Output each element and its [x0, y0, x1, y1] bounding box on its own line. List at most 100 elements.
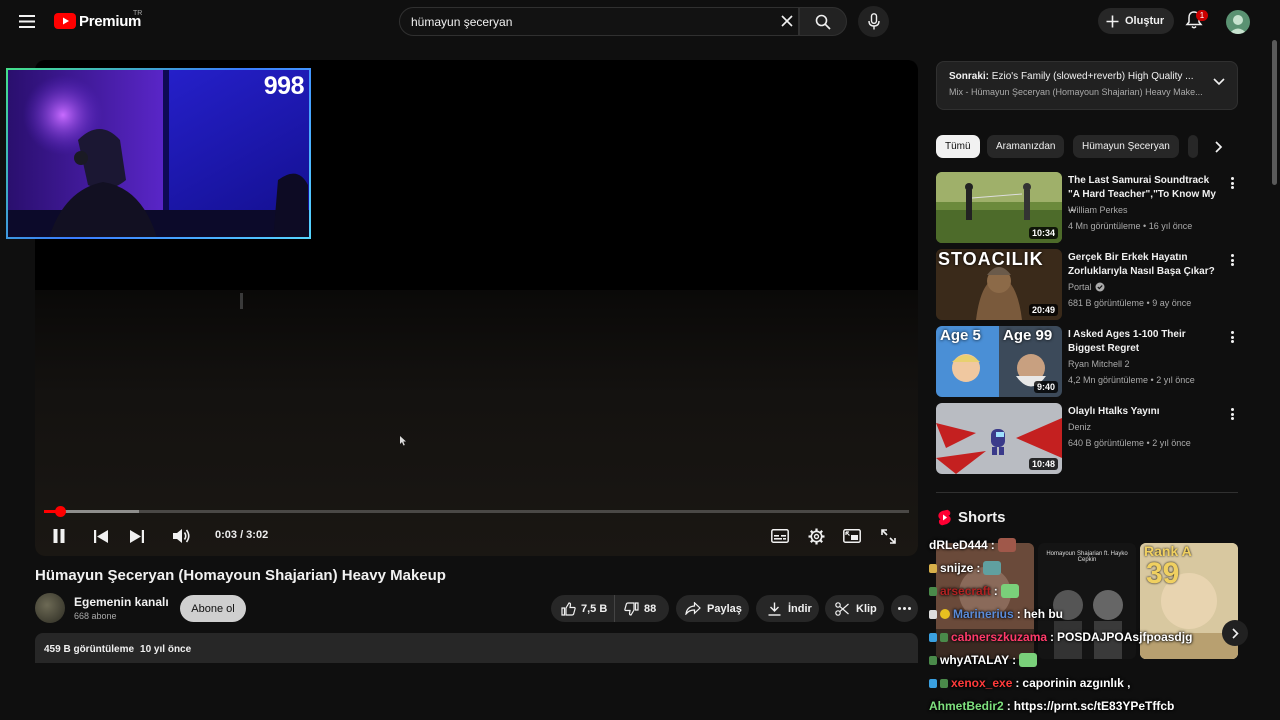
- recommendation-item[interactable]: STOACILIK 20:49 Gerçek Bir Erkek Hayatın…: [936, 249, 1238, 321]
- video-duration: 9:40: [1033, 381, 1058, 393]
- verified-check-icon: [1095, 282, 1105, 292]
- view-count: 459 B görüntüleme: [44, 644, 135, 655]
- up-next-panel[interactable]: Sonraki: Ezio's Family (slowed+reverb) H…: [936, 61, 1238, 110]
- download-button[interactable]: İndir: [756, 595, 819, 622]
- up-next-prefix: Sonraki:: [949, 71, 990, 82]
- chip-all[interactable]: Tümü: [936, 135, 980, 158]
- create-button[interactable]: Oluştur: [1098, 8, 1174, 34]
- fullscreen-button[interactable]: [876, 524, 900, 548]
- previous-button[interactable]: [89, 524, 113, 548]
- clip-label: Klip: [856, 602, 877, 615]
- video-duration: 10:34: [1028, 227, 1058, 239]
- more-vertical-icon[interactable]: [1228, 175, 1236, 191]
- shorts-next-button[interactable]: [1222, 620, 1248, 646]
- more-vertical-icon[interactable]: [1228, 252, 1236, 268]
- video-thumbnail[interactable]: 10:34: [936, 172, 1062, 243]
- webcam-overlay: 998: [6, 68, 311, 239]
- chat-separator: :: [1015, 676, 1020, 690]
- chat-separator: :: [976, 561, 981, 575]
- more-vertical-icon[interactable]: [1228, 406, 1236, 422]
- channel-name[interactable]: Egemenin kanalı: [74, 595, 169, 609]
- recommendation-item[interactable]: Age 5 Age 99 9:40 I Asked Ages 1-100 The…: [936, 326, 1238, 398]
- share-label: Paylaş: [707, 602, 742, 615]
- chip-humayun-seceryan[interactable]: Hümayun Şeceryan: [1073, 135, 1179, 158]
- voice-search-button[interactable]: [858, 6, 889, 37]
- chat-text: https://prnt.sc/tE83YPeTffcb: [1013, 699, 1175, 713]
- subscribe-button[interactable]: Abone ol: [180, 595, 246, 622]
- dislike-count: 88: [644, 602, 657, 615]
- recommendation-channel[interactable]: Deniz: [1068, 422, 1091, 432]
- chat-username: snijze: [940, 561, 974, 575]
- account-avatar[interactable]: [1226, 10, 1250, 34]
- recommendation-channel[interactable]: William Perkes: [1068, 205, 1128, 215]
- video-light-streak: [240, 293, 243, 309]
- thumbnail-caption: STOACILIK: [938, 249, 1044, 269]
- volume-button[interactable]: [170, 524, 194, 548]
- notification-count-badge: 1: [1196, 10, 1208, 21]
- recommendation-meta: 4,2 Mn görüntüleme • 2 yıl önce: [1068, 375, 1195, 385]
- recommendation-title[interactable]: Olaylı Htalks Yayını: [1068, 405, 1223, 419]
- recommendation-item[interactable]: 10:48 Olaylı Htalks Yayını Deniz 640 B g…: [936, 403, 1238, 475]
- recommendation-title[interactable]: I Asked Ages 1-100 Their Biggest Regret: [1068, 328, 1223, 356]
- skip-previous-icon: [94, 529, 108, 543]
- video-title: Hümayun Şeceryan (Homayoun Shajarian) He…: [35, 567, 446, 584]
- chat-username: dRLeD444: [929, 538, 988, 552]
- youtube-premium-logo[interactable]: Premium: [54, 11, 141, 31]
- dislike-button[interactable]: 88: [615, 595, 656, 622]
- chat-text: caporinin azgınlık ,: [1022, 676, 1131, 690]
- description-box[interactable]: 459 B görüntüleme 10 yıl önce: [35, 633, 918, 663]
- logo-word: Premium: [79, 12, 142, 30]
- channel-label: William Perkes: [1068, 205, 1128, 215]
- video-thumbnail[interactable]: 10:48: [936, 403, 1062, 474]
- upload-age: 10 yıl önce: [140, 644, 192, 655]
- thumbnail-caption-right: Age 99: [1003, 327, 1053, 344]
- short-overlay-number: 39: [1146, 557, 1180, 590]
- chat-username: cabnerszkuzama: [951, 630, 1048, 644]
- more-actions-button[interactable]: [891, 595, 918, 622]
- recommendation-meta: 681 B görüntüleme • 9 ay önce: [1068, 298, 1192, 308]
- channel-avatar[interactable]: [35, 593, 65, 623]
- search-icon: [815, 14, 831, 30]
- mouse-cursor-icon: [400, 436, 407, 446]
- search-button[interactable]: [799, 7, 847, 36]
- recommendation-meta: 4 Mn görüntüleme • 16 yıl önce: [1068, 221, 1193, 231]
- settings-button[interactable]: [804, 524, 828, 548]
- menu-icon[interactable]: [14, 8, 40, 34]
- chat-separator: :: [1050, 630, 1055, 644]
- up-next-title: Ezio's Family (slowed+reverb) High Quali…: [991, 71, 1194, 82]
- chevron-right-icon[interactable]: [1207, 136, 1231, 158]
- more-vertical-icon[interactable]: [1228, 329, 1236, 345]
- channel-label: Deniz: [1068, 422, 1092, 432]
- chevron-down-icon[interactable]: [1213, 78, 1225, 86]
- pause-button[interactable]: [47, 524, 71, 548]
- fullscreen-icon: [880, 528, 896, 544]
- page-scrollbar[interactable]: [1272, 40, 1277, 185]
- recommendation-channel[interactable]: Portal: [1068, 282, 1105, 292]
- emote-icon: [983, 561, 1002, 575]
- video-thumbnail[interactable]: STOACILIK 20:49: [936, 249, 1062, 320]
- search-input[interactable]: hümayun şeceryan: [399, 7, 799, 36]
- next-button[interactable]: [125, 524, 149, 548]
- chat-message: whyATALAY:: [929, 653, 1038, 667]
- miniplayer-button[interactable]: [840, 524, 864, 548]
- clip-button[interactable]: Klip: [825, 595, 884, 622]
- up-next-title-line: Sonraki: Ezio's Family (slowed+reverb) H…: [949, 71, 1204, 82]
- recommendation-title[interactable]: Gerçek Bir Erkek Hayatın Zorluklarıyla N…: [1068, 251, 1223, 279]
- clear-search-icon[interactable]: [777, 11, 797, 31]
- progress-bar[interactable]: [44, 506, 909, 517]
- recommendation-channel[interactable]: Ryan Mitchell 2: [1068, 359, 1130, 369]
- emote-icon: [1019, 653, 1038, 667]
- recommendation-item[interactable]: 10:34 The Last Samurai Soundtrack "A Har…: [936, 172, 1238, 244]
- chip-from-search[interactable]: Aramanızdan: [987, 135, 1065, 158]
- video-thumbnail[interactable]: Age 5 Age 99 9:40: [936, 326, 1062, 397]
- download-icon: [766, 601, 782, 617]
- sub-badge-icon: [929, 563, 937, 573]
- chat-separator: :: [1006, 699, 1011, 713]
- subscriber-count: 668 abone: [74, 611, 117, 621]
- like-button[interactable]: 7,5 B: [551, 595, 615, 622]
- chat-username: Marinerius: [953, 607, 1014, 621]
- gift-badge-icon: [940, 609, 950, 619]
- chat-username: whyATALAY: [940, 653, 1010, 667]
- share-button[interactable]: Paylaş: [676, 595, 749, 622]
- subtitles-button[interactable]: [768, 524, 792, 548]
